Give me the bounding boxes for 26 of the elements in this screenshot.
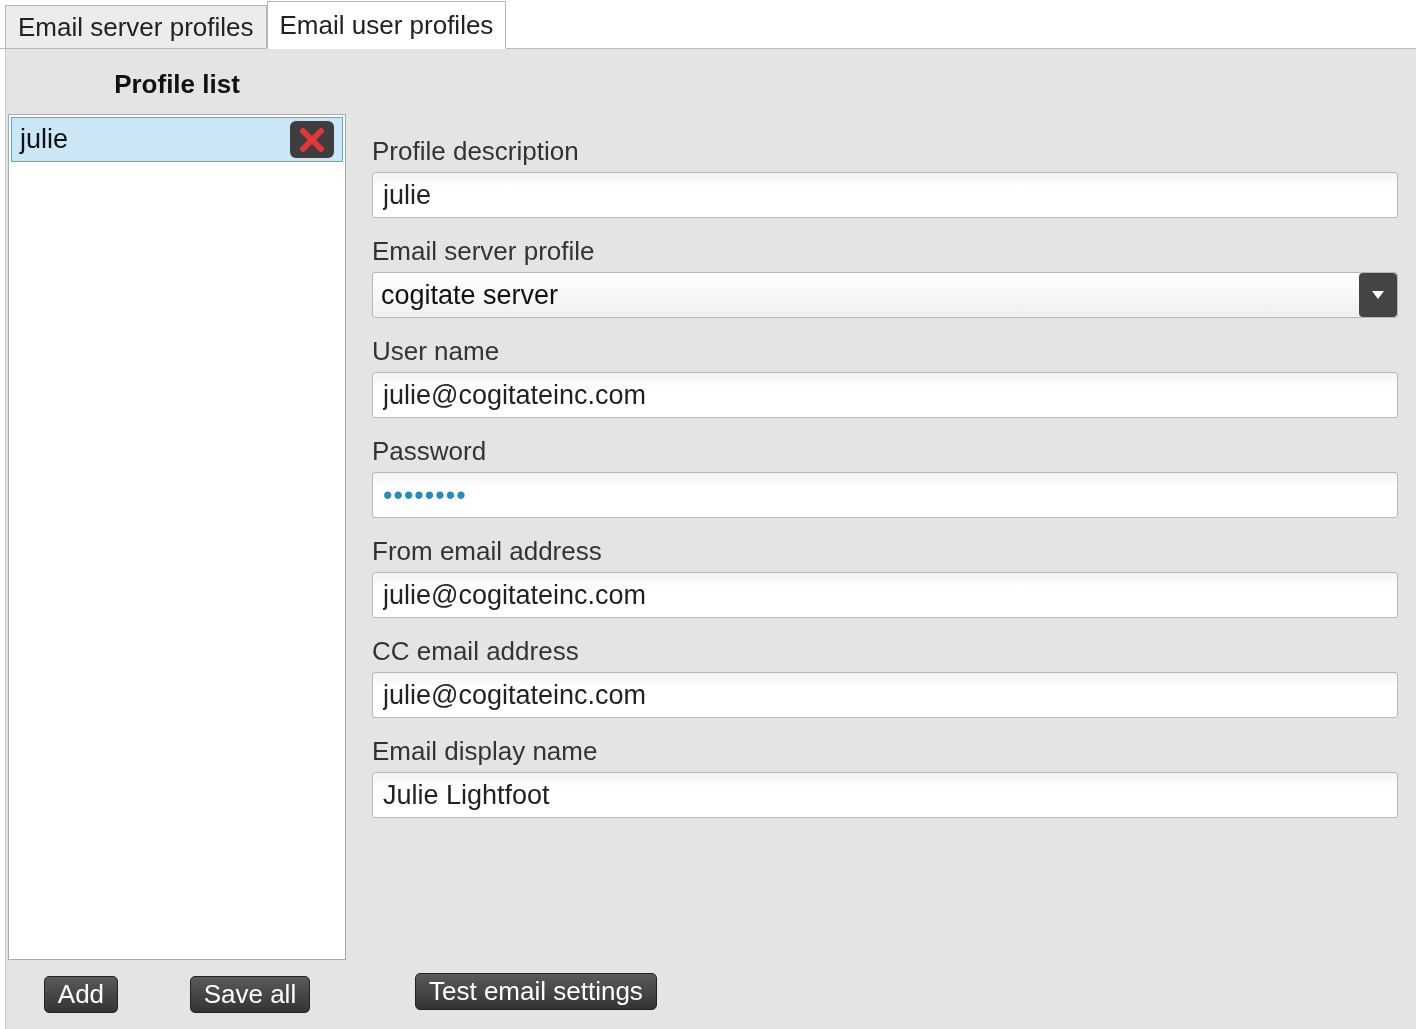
field-label: Profile description <box>372 136 580 167</box>
field-label: User name <box>372 336 501 367</box>
field-label: Password <box>372 436 488 467</box>
dropdown[interactable]: cogitate server <box>372 272 1398 318</box>
input-field[interactable]: julie <box>372 172 1398 218</box>
item-label: julie <box>20 124 69 155</box>
field-label: Email server profile <box>372 236 596 267</box>
dropdown-value: cogitate server <box>380 278 560 312</box>
list-heading: Profile list <box>113 68 241 101</box>
input-field[interactable]: Julie Lightfoot <box>372 772 1398 818</box>
input-field[interactable]: julie@cogitateinc.com <box>372 672 1398 718</box>
caret-icon <box>1372 291 1384 299</box>
test-settings-button[interactable]: Test email settings <box>415 973 657 1010</box>
tab[interactable]: Email server profiles <box>5 5 267 49</box>
field-label: CC email address <box>372 636 580 667</box>
action-button[interactable]: Save all <box>189 976 311 1013</box>
list-item[interactable]: julie <box>11 117 343 162</box>
action-button[interactable]: Add <box>43 976 119 1013</box>
tab[interactable]: Email user profiles <box>266 1 507 49</box>
field-label: From email address <box>372 536 603 567</box>
input-field[interactable]: julie@cogitateinc.com <box>372 372 1398 418</box>
delete-button[interactable] <box>290 121 334 158</box>
input-field[interactable]: julie@cogitateinc.com <box>372 572 1398 618</box>
password-field[interactable]: •••••••• <box>372 472 1398 518</box>
close-icon <box>299 126 325 153</box>
field-label: Email display name <box>372 736 599 767</box>
